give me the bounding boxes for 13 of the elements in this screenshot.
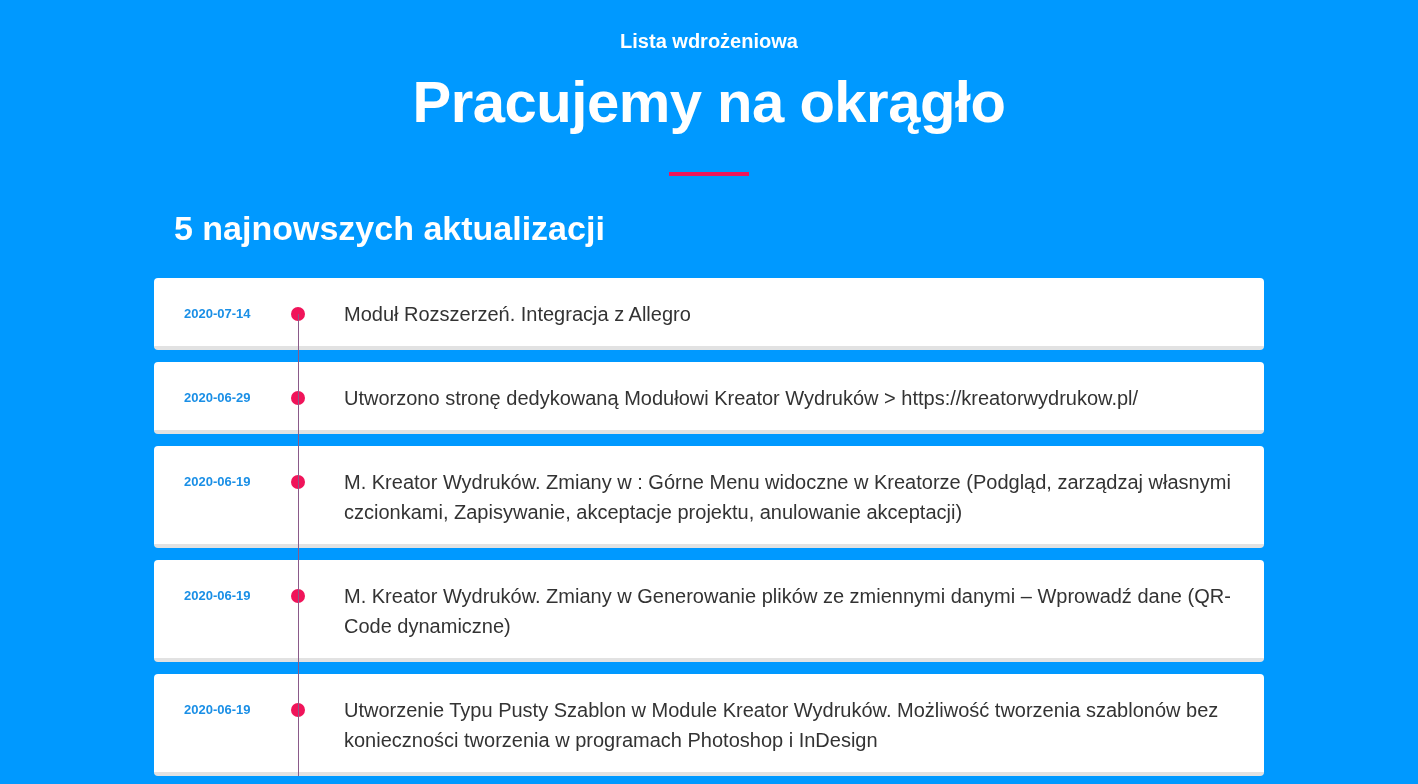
update-date: 2020-06-19 <box>184 587 252 605</box>
update-text: M. Kreator Wydruków. Zmiany w Generowanie plików ze zmiennymi danymi – Wprowadź dane (QR-Code dynamiczne) <box>343 584 1232 639</box>
page-title: Pracujemy na okrągło <box>412 68 1006 136</box>
update-date: 2020-06-19 <box>184 473 252 491</box>
update-date: 2020-06-19 <box>184 701 252 719</box>
update-text: Utworzenie Typu Pusty Szablon w Module Kreator Wydruków. Możliwość tworzenia szablonów bez konieczności tworzenia w programach Photoshop i InDesign <box>343 698 1220 753</box>
update-date: 2020-07-14 <box>184 305 252 323</box>
update-text: Moduł Rozszerzeń. Integracja z Allegro <box>343 302 692 327</box>
page-eyebrow: Lista wdrożeniowa <box>620 29 798 54</box>
update-text: M. Kreator Wydruków. Zmiany w : Górne Menu widoczne w Kreatorze (Podgląd, zarządzaj własnymi czcionkami, Zapisywanie, akceptacje projektu, anulowanie akceptacji) <box>343 470 1232 525</box>
update-text: Utworzono stronę dedykowaną Modułowi Kreator Wydruków > https://kreatorwydrukow.pl/ <box>343 386 1140 411</box>
update-date: 2020-06-29 <box>184 389 252 407</box>
section-heading: 5 najnowszych aktualizacji <box>174 208 605 249</box>
